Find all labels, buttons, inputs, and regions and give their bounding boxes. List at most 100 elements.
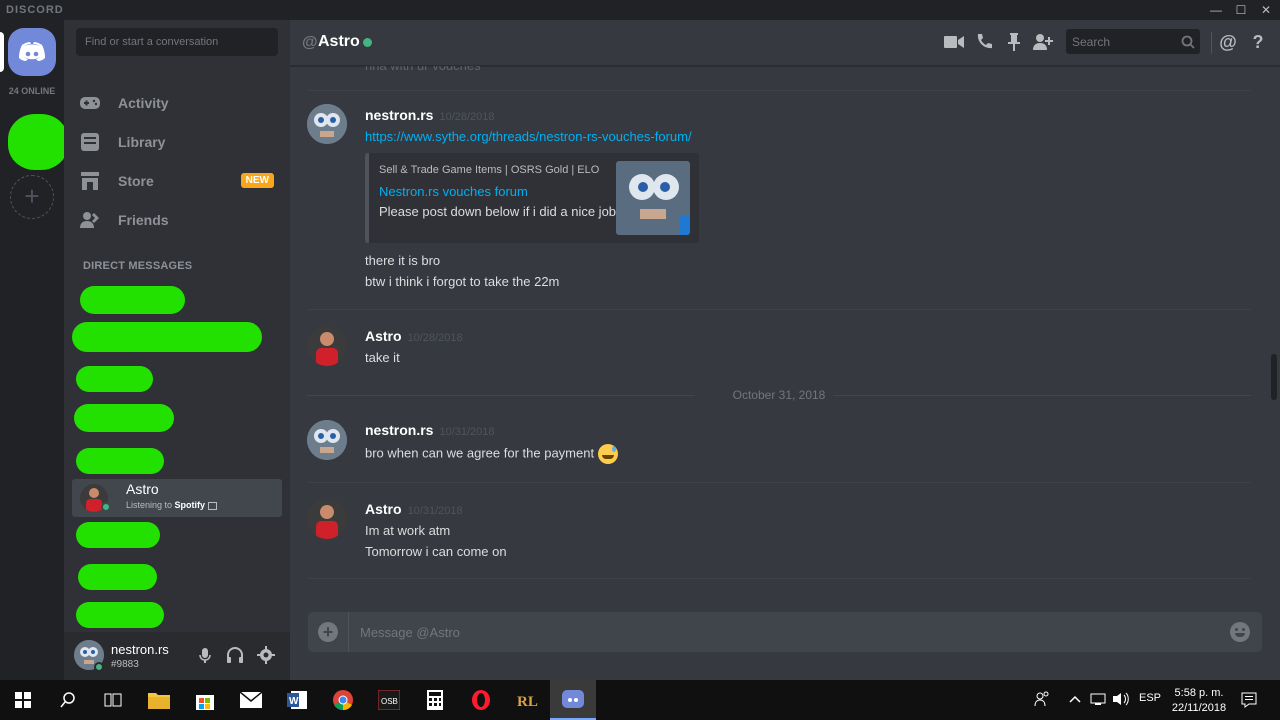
voice-call-icon[interactable] [974,32,994,52]
dm-item-redacted[interactable] [76,366,153,392]
search-icon[interactable] [45,680,91,720]
online-status-dot [94,662,104,672]
dm-item-redacted[interactable] [80,286,185,314]
dm-item-redacted[interactable] [76,522,160,548]
microphone-icon[interactable] [197,646,213,666]
nav-library[interactable]: Library [72,124,282,160]
add-friend-to-dm-icon[interactable] [1033,32,1053,52]
discord-logo-icon [19,42,45,61]
recipient-status-dot [363,38,372,47]
task-view-icon[interactable] [90,680,136,720]
dm-name: Astro [126,481,159,497]
username: nestron.rs [111,642,169,657]
dm-item-redacted[interactable] [76,448,164,474]
title-bar: DISCORD — ☐ ✕ [0,0,1280,20]
network-icon[interactable] [1089,692,1107,709]
sweat-smile-emoji-icon [597,444,618,464]
show-hidden-icons-icon[interactable] [1068,692,1082,709]
svg-text:OSB: OSB [381,697,398,706]
language-indicator[interactable]: ESP [1139,692,1161,704]
chat-panel: @ Astro Search @ ? rina with ur vouches [290,20,1280,680]
gamepad-icon [80,93,100,113]
message-timestamp: 10/28/2018 [439,111,495,123]
dm-item-redacted[interactable] [72,322,262,352]
store-app-icon[interactable] [182,680,228,720]
upload-plus-icon[interactable]: + [318,622,338,642]
message-author[interactable]: nestron.rs 10/31/2018 [365,422,495,438]
nav-activity[interactable]: Activity [72,85,282,121]
dm-item-redacted[interactable] [78,564,157,590]
emoji-picker-icon[interactable] [1230,622,1250,642]
opera-icon[interactable] [458,680,504,720]
online-count: 24 ONLINE [8,86,56,96]
author-avatar[interactable] [307,104,347,144]
volume-icon[interactable] [1112,692,1130,709]
message-input[interactable]: Message @Astro [360,625,460,640]
message-separator [307,90,1251,91]
runelite-icon[interactable]: RL [504,680,550,720]
chrome-icon[interactable] [320,680,366,720]
calculator-icon[interactable] [412,680,458,720]
discord-taskbar-icon[interactable] [550,680,596,720]
message-text: Im at work atm [365,523,451,538]
message-text: take it [365,350,400,365]
video-call-icon[interactable] [944,32,964,52]
embed-provider: Sell & Trade Game Items | OSRS Gold | EL… [379,164,600,176]
file-explorer-icon[interactable] [136,680,182,720]
message-timestamp: 10/31/2018 [439,426,495,438]
home-button[interactable] [8,28,56,76]
mail-icon[interactable] [228,680,274,720]
message-author[interactable]: Astro 10/28/2018 [365,328,463,344]
pin-icon[interactable] [1004,32,1024,52]
dm-item-redacted[interactable] [74,404,174,432]
help-icon[interactable]: ? [1248,32,1268,52]
dm-activity: Listening to Spotify [126,500,217,510]
message-text: there it is bro [365,253,441,268]
user-panel: nestron.rs #9883 [64,632,290,680]
message-link[interactable]: https://www.sythe.org/threads/nestron-rs… [365,129,692,144]
nav-friends[interactable]: Friends [72,202,282,238]
people-icon[interactable] [1034,690,1050,711]
find-conversation-input[interactable]: Find or start a conversation [76,28,278,56]
rich-presence-icon [207,501,217,510]
embed-description: Please post down below if i did a nice j… [379,204,617,219]
author-avatar[interactable] [307,420,347,460]
message-author[interactable]: Astro 10/31/2018 [365,501,463,517]
user-tag: #9883 [111,659,139,670]
nav-label: Library [118,134,166,150]
dm-item-astro[interactable]: Astro Listening to Spotify [72,479,282,517]
author-avatar[interactable] [307,499,347,539]
message-author[interactable]: nestron.rs 10/28/2018 [365,107,495,123]
scrollbar-thumb[interactable] [1271,354,1277,400]
headphones-icon[interactable] [226,646,244,666]
chat-header: @ Astro Search @ ? [290,20,1280,66]
clock[interactable]: 5:58 p. m. 22/11/2018 [1166,686,1232,716]
word-icon[interactable]: W [274,680,320,720]
svg-text:W: W [289,696,299,707]
new-badge: NEW [240,173,274,188]
date-divider: October 31, 2018 [307,386,1251,404]
start-windows-icon[interactable] [0,680,46,720]
svg-text:RL: RL [517,694,538,710]
close-button[interactable]: ✕ [1254,2,1278,18]
action-center-icon[interactable] [1241,692,1257,711]
server-icon-redacted[interactable] [8,114,68,170]
online-status-dot [101,502,111,512]
author-avatar[interactable] [307,326,347,366]
cut-off-message: rina with ur vouches [365,66,481,73]
nav-store[interactable]: Store NEW [72,163,282,199]
maximize-button[interactable]: ☐ [1229,2,1253,18]
mentions-icon[interactable]: @ [1218,32,1238,52]
dm-item-redacted[interactable] [76,602,164,628]
message-composer[interactable]: + Message @Astro [308,612,1262,652]
embed-title[interactable]: Nestron.rs vouches forum [379,184,528,199]
minimize-button[interactable]: — [1204,2,1228,18]
add-server-button[interactable]: + [10,175,54,219]
embed-thumbnail[interactable] [616,161,690,235]
obs-icon[interactable]: OSB [366,680,412,720]
message-separator [307,578,1251,579]
nav-label: Friends [118,212,169,228]
clock-time: 5:58 p. m. [1174,687,1224,699]
settings-gear-icon[interactable] [257,646,275,666]
server-rail: 24 ONLINE + [0,20,68,680]
